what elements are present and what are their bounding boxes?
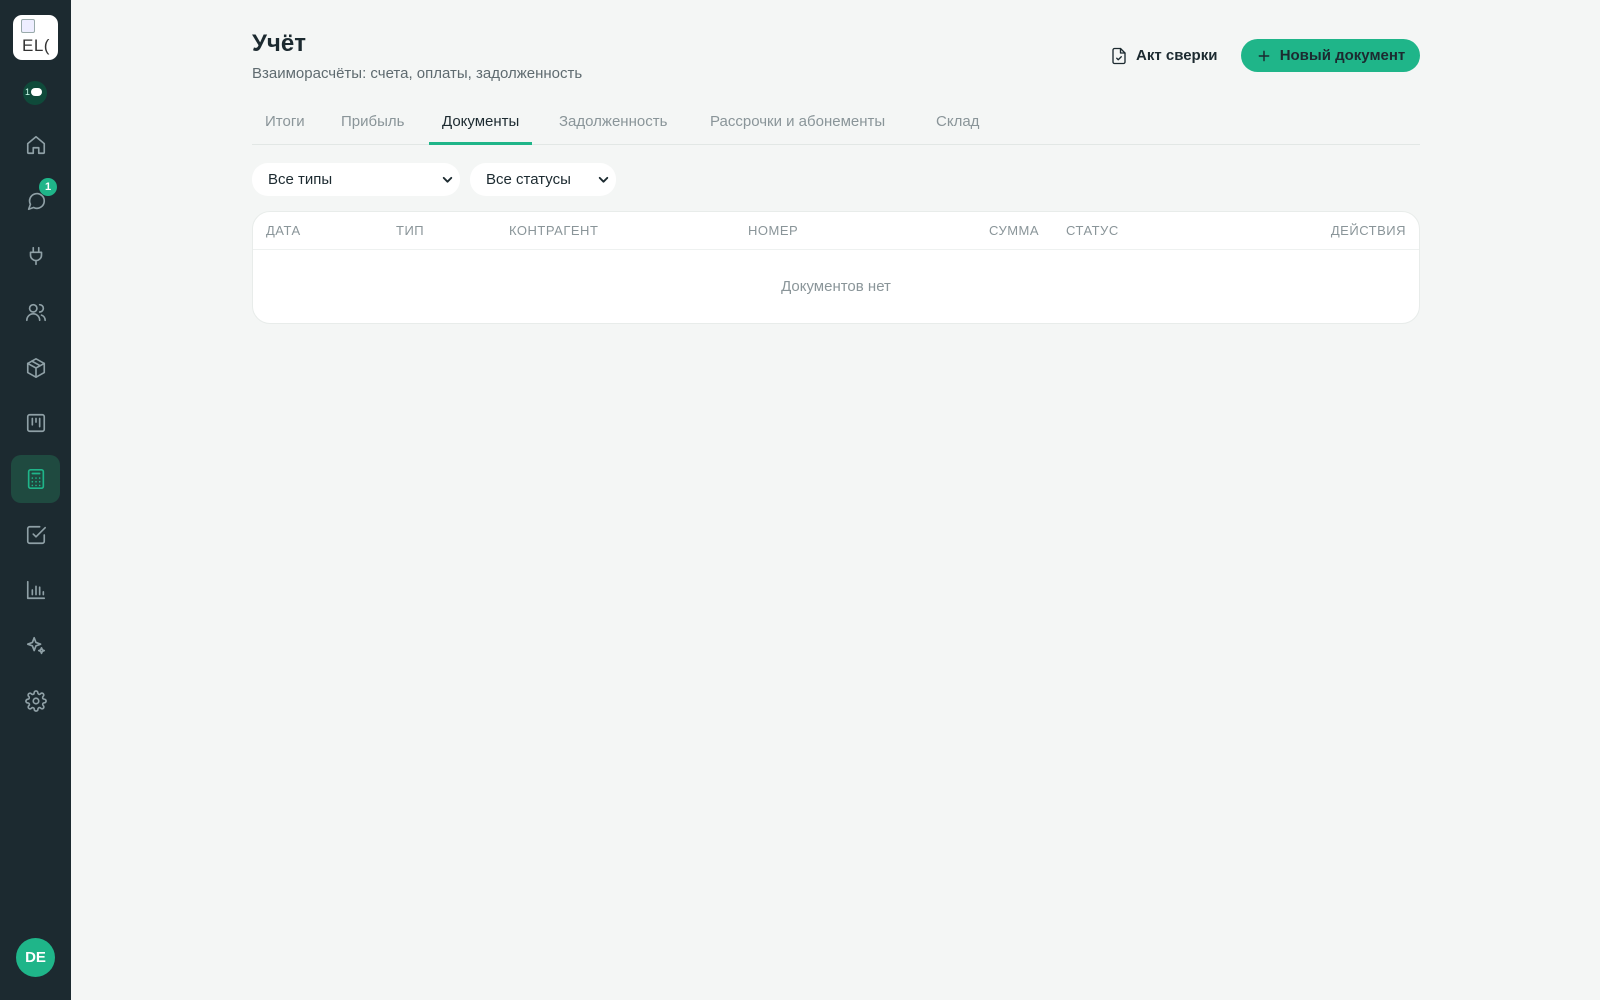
empty-state-text: Документов нет bbox=[781, 278, 891, 295]
sidebar: EL( 1 1 DE bbox=[0, 0, 71, 1000]
tab-documents[interactable]: Документы bbox=[429, 106, 533, 145]
plus-icon bbox=[1258, 50, 1270, 61]
broken-image-icon bbox=[21, 19, 35, 33]
tab-totals[interactable]: Итоги bbox=[252, 106, 318, 145]
column-header-actions: ДЕЙСТВИЯ bbox=[1330, 223, 1406, 238]
sparkle-icon bbox=[26, 636, 45, 655]
sidebar-item-board[interactable] bbox=[11, 399, 60, 447]
box-icon bbox=[26, 358, 45, 378]
tab-installments[interactable]: Рассрочки и абонементы bbox=[697, 106, 898, 145]
logo[interactable]: EL( bbox=[13, 15, 58, 60]
users-icon bbox=[25, 303, 46, 322]
gear-icon bbox=[24, 690, 47, 712]
checkbox-icon bbox=[26, 525, 46, 545]
sidebar-item-clients[interactable] bbox=[11, 288, 60, 336]
document-icon bbox=[1112, 47, 1126, 64]
column-header-counterparty[interactable]: КОНТРАГЕНТ bbox=[509, 223, 598, 238]
page-title: Учёт bbox=[252, 30, 306, 57]
user-avatar[interactable]: DE bbox=[16, 938, 55, 977]
calculator-icon bbox=[27, 469, 44, 489]
plug-icon bbox=[29, 246, 42, 266]
column-header-type[interactable]: ТИП bbox=[396, 223, 424, 238]
sidebar-item-accounting[interactable] bbox=[11, 455, 60, 503]
chevron-down-icon bbox=[442, 176, 453, 183]
new-document-button[interactable]: Новый документ bbox=[1241, 39, 1420, 72]
tab-warehouse[interactable]: Склад bbox=[923, 106, 992, 145]
table-header: ДАТА ТИП КОНТРАГЕНТ НОМЕР СУММА СТАТУС Д… bbox=[253, 212, 1419, 250]
column-header-status[interactable]: СТАТУС bbox=[1066, 223, 1119, 238]
column-header-amount[interactable]: СУММА bbox=[989, 223, 1039, 238]
tab-bar: Итоги Прибыль Документы Задолженность Ра… bbox=[252, 106, 1420, 145]
sidebar-item-messages[interactable]: 1 bbox=[11, 177, 60, 225]
new-document-label: Новый документ bbox=[1279, 47, 1406, 64]
tab-debts[interactable]: Задолженность bbox=[546, 106, 680, 145]
sidebar-item-analytics[interactable] bbox=[11, 566, 60, 614]
sidebar-item-ai[interactable] bbox=[11, 622, 60, 670]
tab-profit[interactable]: Прибыль bbox=[328, 106, 417, 145]
bar-chart-icon bbox=[26, 580, 45, 600]
type-filter-select[interactable]: Все типы bbox=[252, 163, 460, 196]
sidebar-item-integrations[interactable] bbox=[11, 232, 60, 280]
type-filter-value: Все типы bbox=[268, 171, 333, 188]
sidebar-item-home[interactable] bbox=[11, 121, 60, 169]
sidebar-item-tasks[interactable] bbox=[11, 511, 60, 559]
page-subtitle: Взаиморасчёты: счета, оплаты, задолженно… bbox=[252, 65, 583, 82]
home-icon bbox=[26, 135, 45, 155]
column-header-date[interactable]: ДАТА bbox=[266, 223, 301, 238]
chat-widget-count: 1 bbox=[25, 87, 31, 97]
kanban-icon bbox=[26, 413, 45, 433]
column-header-number[interactable]: НОМЕР bbox=[748, 223, 798, 238]
reconciliation-act-label: Акт сверки bbox=[1136, 47, 1218, 64]
documents-table: ДАТА ТИП КОНТРАГЕНТ НОМЕР СУММА СТАТУС Д… bbox=[252, 211, 1420, 324]
logo-text: EL( bbox=[22, 36, 50, 55]
messages-badge: 1 bbox=[39, 178, 57, 196]
reconciliation-act-button[interactable]: Акт сверки bbox=[1098, 39, 1229, 72]
status-filter-value: Все статусы bbox=[486, 171, 571, 188]
chat-widget-button[interactable]: 1 bbox=[23, 81, 47, 105]
chevron-down-icon bbox=[598, 176, 609, 183]
status-filter-select[interactable]: Все статусы bbox=[470, 163, 616, 196]
sidebar-item-settings[interactable] bbox=[11, 677, 60, 725]
sidebar-item-products[interactable] bbox=[11, 344, 60, 392]
speech-bubble-icon bbox=[31, 88, 42, 96]
